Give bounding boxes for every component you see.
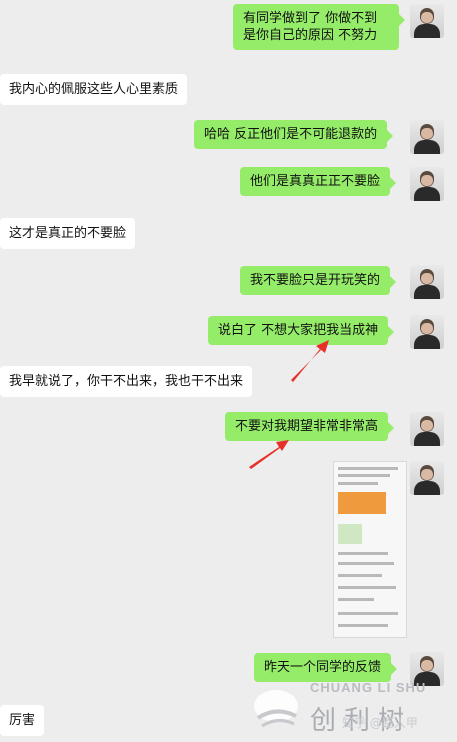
watermark: CHUANG LI SHU 创利树 知乎 @路人甲 — [250, 672, 457, 742]
message-line: 有同学做到了 你做不到 — [243, 11, 378, 26]
message-bubble-sent[interactable]: 有同学做到了 你做不到 是你自己的原因 不努力 — [233, 4, 405, 50]
message-bubble-sent[interactable]: 他们是真真正正不要脸 — [240, 167, 397, 196]
avatar[interactable] — [410, 4, 444, 38]
avatar[interactable] — [410, 315, 444, 349]
avatar[interactable] — [410, 412, 444, 446]
message-line: 是你自己的原因 不努力 — [243, 28, 378, 43]
message-bubble-sent[interactable]: 哈哈 反正他们是不可能退款的 — [194, 120, 394, 149]
message-bubble-received[interactable]: 厉害 — [0, 705, 45, 736]
annotation-arrow — [249, 440, 289, 469]
avatar[interactable] — [410, 265, 444, 299]
watermark-overlay-text: 知乎 @路人甲 — [342, 716, 418, 730]
message-bubble-received[interactable]: 这才是真正的不要脸 — [0, 218, 136, 249]
annotation-arrow — [291, 340, 329, 382]
tree-logo-icon — [254, 690, 298, 728]
watermark-brand-en: CHUANG LI SHU — [310, 680, 427, 695]
avatar[interactable] — [410, 120, 444, 154]
screenshot-image-message[interactable] — [333, 461, 407, 638]
message-bubble-sent[interactable]: 我不要脸只是开玩笑的 — [240, 266, 397, 295]
avatar[interactable] — [410, 167, 444, 201]
message-bubble-received[interactable]: 我内心的佩服这些人心里素质 — [0, 74, 188, 105]
avatar[interactable] — [410, 461, 444, 495]
message-bubble-received[interactable]: 我早就说了，你干不出来，我也干不出来 — [0, 366, 253, 397]
